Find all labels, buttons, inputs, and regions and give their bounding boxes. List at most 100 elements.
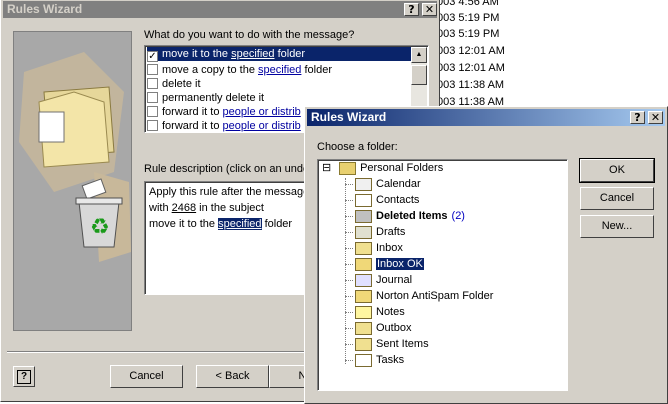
tree-branch-line bbox=[345, 359, 353, 361]
folder-label: Sent Items bbox=[376, 338, 429, 350]
folder-item[interactable]: Journal bbox=[345, 272, 413, 288]
folder-item[interactable]: Calendar bbox=[345, 176, 421, 192]
description-text: with bbox=[149, 202, 172, 214]
tree-branch-line bbox=[345, 231, 353, 233]
folder-label: Journal bbox=[376, 274, 413, 286]
folder-item[interactable]: Outbox bbox=[345, 320, 412, 336]
tree-line bbox=[345, 178, 346, 364]
tree-branch-line bbox=[345, 295, 353, 297]
checkbox[interactable] bbox=[147, 120, 158, 131]
cancel-button[interactable]: Cancel bbox=[110, 365, 183, 388]
folder-item[interactable]: Inbox bbox=[345, 240, 403, 256]
collapse-icon[interactable]: ⊟ bbox=[322, 162, 333, 174]
new-folder-button[interactable]: New... bbox=[580, 215, 654, 238]
tree-branch-line bbox=[345, 215, 353, 217]
subject-value-link[interactable]: 2468 bbox=[172, 202, 196, 214]
calendar-icon bbox=[355, 177, 372, 191]
action-text: move a copy to the bbox=[162, 64, 258, 76]
scroll-up-icon[interactable]: ▲ bbox=[411, 47, 427, 63]
folder-item[interactable]: Notes bbox=[345, 304, 405, 320]
back-button[interactable]: < Back bbox=[196, 365, 269, 388]
folder-label: Contacts bbox=[376, 194, 420, 206]
contacts-icon bbox=[355, 193, 372, 207]
tree-branch-line bbox=[345, 343, 353, 345]
checkbox[interactable] bbox=[147, 92, 158, 103]
checkbox[interactable] bbox=[147, 78, 158, 89]
folder-item[interactable]: Sent Items bbox=[345, 336, 429, 352]
folder-label: Drafts bbox=[376, 226, 406, 238]
close-button[interactable]: ✕ bbox=[648, 111, 663, 124]
action-item[interactable]: move a copy to the specified folder bbox=[147, 62, 332, 76]
folder-label: Outbox bbox=[376, 322, 412, 334]
time-cell: 003 5:19 PM bbox=[437, 28, 500, 40]
description-text: move it to the bbox=[149, 218, 219, 230]
folder-item[interactable]: Inbox OK bbox=[345, 256, 424, 272]
journal-icon bbox=[355, 273, 372, 287]
time-cell: 003 5:19 PM bbox=[437, 12, 500, 24]
action-text: permanently delete it bbox=[162, 92, 265, 104]
notes-icon bbox=[355, 305, 372, 319]
wizard-illustration: ♻ bbox=[13, 31, 132, 331]
close-button[interactable]: ✕ bbox=[422, 3, 437, 16]
tree-branch-line bbox=[345, 327, 353, 329]
action-text: delete it bbox=[162, 78, 201, 90]
folder-item[interactable]: Drafts bbox=[345, 224, 406, 240]
action-item[interactable]: forward it to people or distrib bbox=[147, 104, 301, 118]
tree-branch-line bbox=[345, 199, 353, 201]
help-button[interactable]: ? bbox=[404, 3, 419, 16]
action-link[interactable]: people or distrib bbox=[223, 106, 301, 118]
folder-item[interactable]: Norton AntiSpam Folder bbox=[345, 288, 493, 304]
time-cell: 003 11:38 AM bbox=[437, 79, 505, 91]
action-text: move it to the bbox=[162, 48, 232, 60]
checkbox[interactable]: ✓ bbox=[147, 51, 158, 62]
action-item[interactable]: ✓ move it to the specified folder bbox=[147, 47, 411, 62]
folder-icon bbox=[355, 257, 372, 271]
folder-label: Calendar bbox=[376, 178, 421, 190]
outbox-icon bbox=[355, 321, 372, 335]
deleted-items-icon bbox=[355, 209, 372, 223]
action-text: folder bbox=[301, 64, 332, 76]
action-text: forward it to bbox=[162, 106, 223, 118]
folder-icon bbox=[355, 289, 372, 303]
folder-item[interactable]: Deleted Items (2) bbox=[345, 208, 465, 224]
action-item[interactable]: permanently delete it bbox=[147, 90, 264, 104]
action-link[interactable]: specified bbox=[258, 64, 301, 76]
folder-tree[interactable]: ⊟ Personal Folders Calendar Contacts Delet… bbox=[317, 159, 568, 391]
tree-branch-line bbox=[345, 279, 353, 281]
description-text: folder bbox=[261, 218, 293, 230]
help-button[interactable]: ? bbox=[630, 111, 645, 124]
folder-item[interactable]: Contacts bbox=[345, 192, 420, 208]
tree-branch-line bbox=[345, 311, 353, 313]
personal-folders-icon bbox=[339, 161, 357, 175]
svg-text:♻: ♻ bbox=[90, 215, 110, 240]
action-item[interactable]: delete it bbox=[147, 76, 201, 90]
drafts-icon bbox=[355, 225, 372, 239]
scroll-thumb[interactable] bbox=[411, 65, 427, 85]
folder-label: Inbox OK bbox=[376, 258, 424, 270]
choose-folder-dialog: Rules Wizard ? ✕ Choose a folder: ⊟ Pers… bbox=[304, 106, 668, 404]
window-title: Rules Wizard bbox=[3, 1, 437, 18]
tree-branch-line bbox=[345, 247, 353, 249]
action-link[interactable]: people or distrib bbox=[223, 120, 301, 132]
checkbox[interactable] bbox=[147, 106, 158, 117]
choose-folder-label: Choose a folder: bbox=[317, 141, 398, 153]
folder-label: Deleted Items bbox=[376, 210, 448, 222]
tree-root[interactable]: ⊟ Personal Folders bbox=[322, 160, 443, 176]
help-icon-button[interactable]: ? bbox=[13, 366, 35, 387]
action-link[interactable]: specified bbox=[231, 48, 274, 60]
cancel-button[interactable]: Cancel bbox=[580, 187, 654, 210]
unread-count: (2) bbox=[451, 210, 465, 222]
time-cell: 003 12:01 AM bbox=[437, 62, 505, 74]
question-icon: ? bbox=[17, 370, 31, 384]
time-cell: 003 12:01 AM bbox=[437, 45, 505, 57]
folder-item[interactable]: Tasks bbox=[345, 352, 404, 368]
illustration-graphic: ♻ bbox=[19, 52, 131, 262]
checkbox[interactable] bbox=[147, 64, 158, 75]
folder-link[interactable]: specified bbox=[218, 218, 262, 230]
tree-root-label: Personal Folders bbox=[360, 162, 444, 174]
description-label: Rule description (click on an unde bbox=[144, 163, 310, 175]
inbox-icon bbox=[355, 241, 372, 255]
tree-branch-line bbox=[345, 263, 353, 265]
ok-button[interactable]: OK bbox=[579, 158, 655, 183]
action-item[interactable]: forward it to people or distrib bbox=[147, 118, 301, 132]
